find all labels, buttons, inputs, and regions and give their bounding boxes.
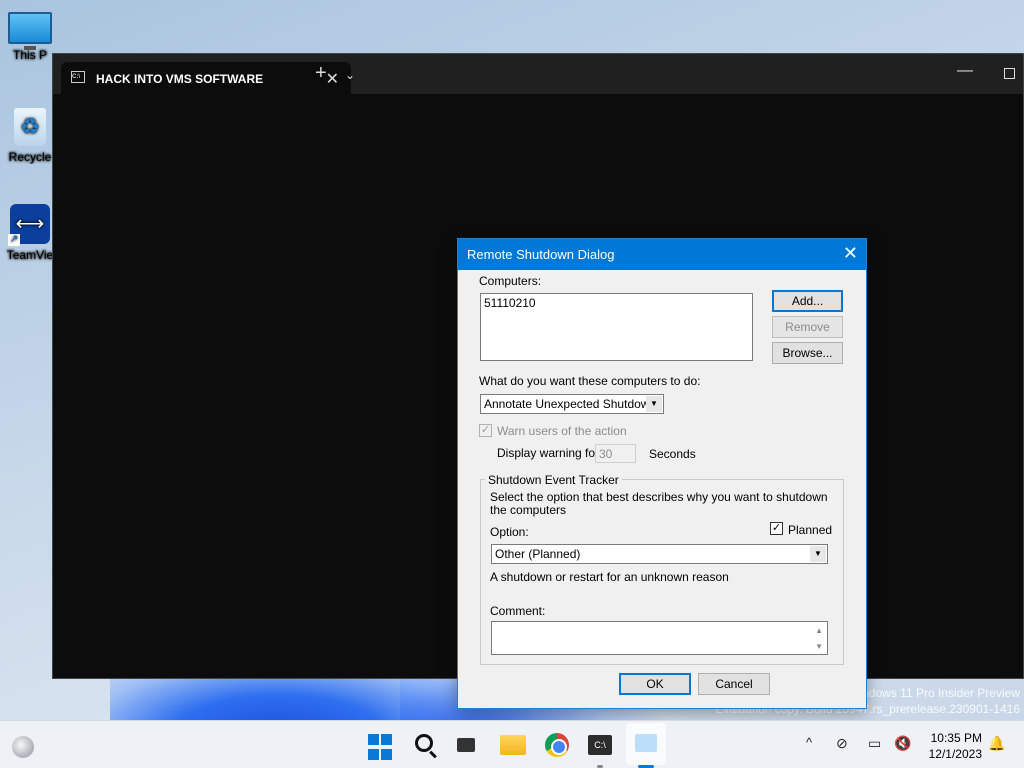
watermark-line1: indows 11 Pro Insider Preview (859, 686, 1020, 700)
weather-widget-icon[interactable] (12, 736, 34, 758)
seconds-label: Seconds (649, 447, 696, 461)
dialog-title: Remote Shutdown Dialog (467, 247, 615, 262)
option-label: Option: (490, 525, 529, 539)
computer-list-item[interactable]: 51110210 (484, 296, 749, 310)
tracker-title: Shutdown Event Tracker (485, 473, 622, 487)
warn-users-checkbox[interactable]: ✓ (479, 424, 492, 437)
browse-button[interactable]: Browse... (772, 342, 843, 364)
terminal-titlebar[interactable]: C:\ HACK INTO VMS SOFTWARE ✕ + ⌄ — (53, 54, 1023, 94)
chevron-down-icon: ▼ (810, 546, 826, 562)
shortcut-arrow-icon: ↗ (8, 234, 20, 246)
display-warning-label: Display warning for (497, 446, 600, 460)
planned-label: Planned (788, 523, 833, 537)
tracker-description: Select the option that best describes wh… (490, 490, 828, 517)
chevron-down-icon: ▼ (646, 396, 662, 412)
windows-logo-tile (368, 749, 379, 760)
recycle-bin-icon: ♻ (14, 108, 46, 146)
windows-logo-tile (381, 734, 392, 745)
add-button[interactable]: Add... (772, 290, 843, 312)
dialog-titlebar[interactable]: Remote Shutdown Dialog ✕ (458, 239, 866, 270)
clock-date: 12/1/2023 (928, 747, 982, 761)
action-label: What do you want these computers to do: (479, 374, 701, 388)
planned-checkbox[interactable]: ✓ (770, 522, 783, 535)
remove-button[interactable]: Remove (772, 316, 843, 338)
desktop-icon-teamviewer[interactable]: ⟷ ↗ TeamVie (0, 204, 60, 262)
desktop-icon-label: TeamVie (6, 248, 54, 262)
option-select[interactable]: Other (Planned) ▼ (491, 544, 828, 564)
terminal-tab[interactable]: C:\ HACK INTO VMS SOFTWARE ✕ (61, 62, 351, 94)
volume-muted-icon[interactable]: 🔇 (894, 735, 911, 752)
ok-button[interactable]: OK (619, 673, 691, 695)
computers-list[interactable]: 51110210 (480, 293, 753, 361)
minimize-button[interactable]: — (957, 62, 973, 80)
computer-icon (8, 12, 52, 50)
clock[interactable]: 10:35 PM 12/1/2023 (929, 730, 982, 762)
display-icon[interactable]: ▭ (868, 735, 881, 752)
option-description: A shutdown or restart for an unknown rea… (490, 570, 729, 584)
terminal-icon[interactable]: C:\ (588, 735, 612, 755)
chrome-icon[interactable] (545, 733, 569, 757)
windows-logo-tile (368, 734, 379, 745)
action-select[interactable]: Annotate Unexpected Shutdown ▼ (480, 394, 664, 414)
start-button[interactable] (368, 734, 396, 762)
desktop-icon-recycle-bin[interactable]: ♻ Recycle (0, 108, 60, 164)
desktop-icon-this-pc[interactable]: This P (0, 12, 60, 62)
tab-dropdown-icon[interactable]: ⌄ (345, 68, 355, 82)
option-selected-value: Other (Planned) (495, 547, 581, 561)
terminal-tab-icon: C:\ (71, 71, 85, 83)
desktop-icon-label: This P (12, 48, 47, 62)
file-explorer-icon[interactable] (500, 735, 526, 755)
warn-users-label: Warn users of the action (497, 424, 627, 438)
scroll-down-icon[interactable]: ▼ (815, 642, 823, 651)
windows-logo-tile (381, 749, 392, 760)
comment-textarea[interactable] (491, 621, 828, 655)
warning-seconds-input[interactable]: 30 (595, 444, 636, 463)
desktop-icon-label: Recycle (8, 150, 52, 164)
task-view-icon[interactable] (457, 738, 475, 752)
cancel-button[interactable]: Cancel (698, 673, 770, 695)
tab-close-icon[interactable]: ✕ (326, 69, 339, 89)
remote-shutdown-dialog[interactable]: Remote Shutdown Dialog ✕ Computers: 5111… (457, 238, 867, 709)
terminal-tab-title: HACK INTO VMS SOFTWARE (96, 72, 264, 86)
taskbar: C:\ ^ ⊘ ▭ 🔇 10:35 PM 12/1/2023 🔔 (0, 720, 1024, 768)
comment-label: Comment: (490, 604, 546, 618)
clock-time: 10:35 PM (930, 731, 982, 745)
computers-label: Computers: (479, 274, 542, 288)
teamviewer-icon: ⟷ ↗ (8, 204, 50, 246)
notification-bell-icon[interactable]: 🔔 (988, 735, 1005, 752)
search-icon[interactable] (415, 734, 433, 752)
active-app-highlight (626, 723, 666, 765)
tray-chevron-icon[interactable]: ^ (806, 735, 812, 750)
action-selected-value: Annotate Unexpected Shutdown (484, 397, 657, 411)
maximize-button[interactable] (1004, 68, 1015, 79)
dialog-close-icon[interactable]: ✕ (843, 243, 858, 264)
scroll-up-icon[interactable]: ▲ (815, 626, 823, 635)
new-tab-button[interactable]: + (315, 62, 327, 85)
network-off-icon[interactable]: ⊘ (836, 735, 848, 752)
